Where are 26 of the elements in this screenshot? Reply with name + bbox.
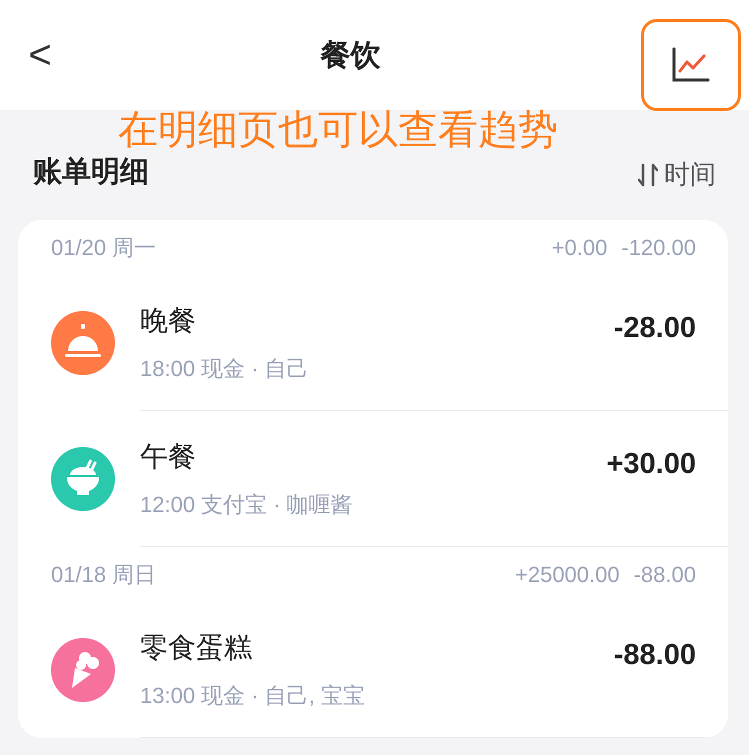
sort-icon xyxy=(638,162,658,186)
group-income: +25000.00 xyxy=(515,561,620,589)
transaction-title: 晚餐 xyxy=(140,304,197,338)
transaction-amount: -88.00 xyxy=(614,638,696,673)
page-title: 餐饮 xyxy=(320,38,380,74)
transaction-meta: 13:00 现金 · 自己, 宝宝 xyxy=(140,682,366,710)
section-title: 账单明细 xyxy=(33,154,149,190)
group-expense: -120.00 xyxy=(621,234,696,262)
group-income: +0.00 xyxy=(552,234,608,262)
transaction-row[interactable]: 午餐 12:00 支付宝 · 咖喱酱 +30.00 xyxy=(18,411,728,547)
transaction-title: 午餐 xyxy=(140,440,197,474)
group-date: 01/18 周日 xyxy=(51,561,156,589)
group-date: 01/20 周一 xyxy=(51,234,156,262)
sort-button[interactable]: 时间 xyxy=(638,155,716,194)
back-button[interactable]: < xyxy=(20,30,60,80)
transaction-title: 零食蛋糕 xyxy=(140,631,253,665)
transaction-meta: 12:00 支付宝 · 咖喱酱 xyxy=(140,491,354,519)
transaction-row[interactable]: 零食蛋糕 13:00 现金 · 自己, 宝宝 -88.00 xyxy=(18,602,728,738)
annotation-text: 在明细页也可以查看趋势 xyxy=(118,107,558,154)
transaction-meta: 18:00 现金 · 自己 xyxy=(140,355,310,383)
transaction-amount: +30.00 xyxy=(606,447,696,482)
transaction-row[interactable]: 晚餐 18:00 现金 · 自己 -28.00 xyxy=(18,275,728,411)
line-chart-icon xyxy=(671,47,711,83)
group-expense: -88.00 xyxy=(634,561,696,589)
trend-button[interactable] xyxy=(641,19,741,111)
transaction-amount: -28.00 xyxy=(614,311,696,346)
